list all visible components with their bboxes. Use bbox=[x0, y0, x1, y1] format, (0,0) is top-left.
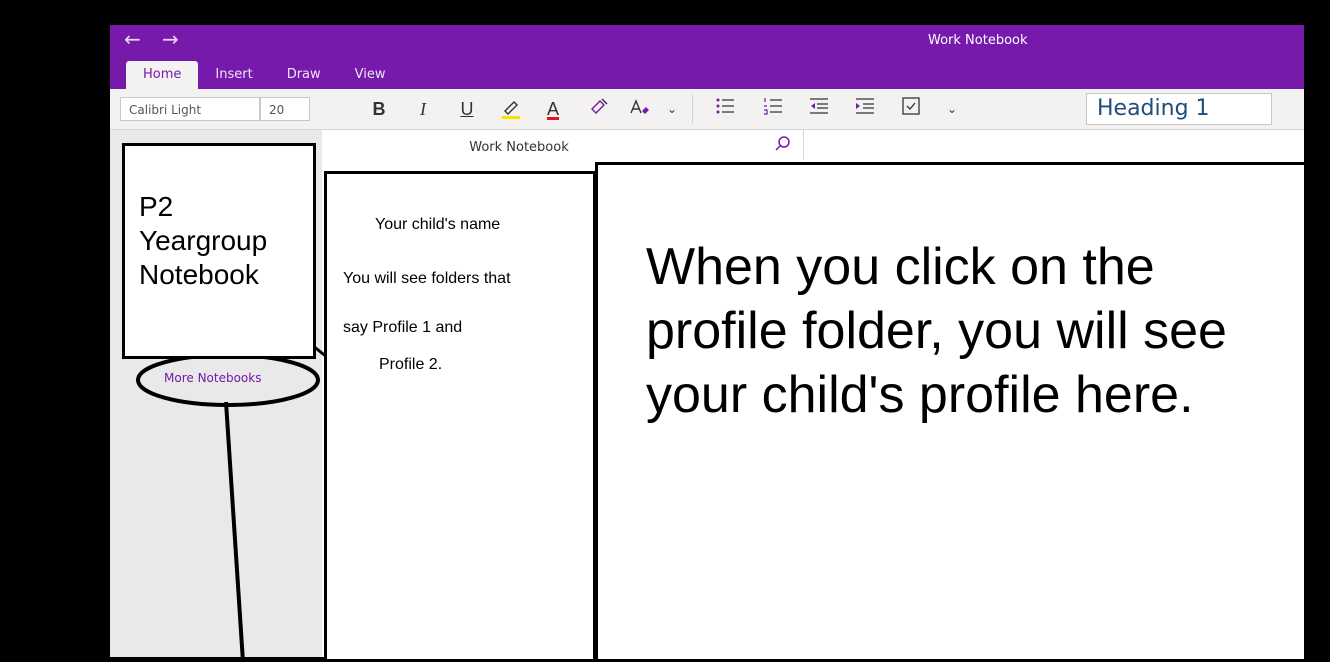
callout-line: You will see folders that bbox=[343, 270, 511, 287]
callout-line: say Profile 1 and bbox=[343, 319, 463, 336]
callout-text: When you click on the profile folder, yo… bbox=[646, 238, 1227, 424]
callout-line: Profile 2. bbox=[379, 356, 443, 373]
profile-instructions-callout: When you click on the profile folder, yo… bbox=[595, 162, 1307, 662]
more-notebooks-annotation-ellipse bbox=[136, 353, 320, 407]
callout-line: P2 bbox=[139, 191, 174, 222]
folder-instructions-callout: Your child's name You will see folders t… bbox=[324, 171, 596, 662]
annotation-pointer-line bbox=[224, 401, 245, 662]
callout-line: Yeargroup bbox=[139, 225, 268, 256]
callout-line: Your child's name bbox=[375, 216, 501, 233]
callout-line: Notebook bbox=[139, 259, 259, 290]
notebook-name-callout: P2 Yeargroup Notebook bbox=[122, 143, 316, 359]
callout-text: P2 Yeargroup Notebook bbox=[139, 190, 267, 292]
